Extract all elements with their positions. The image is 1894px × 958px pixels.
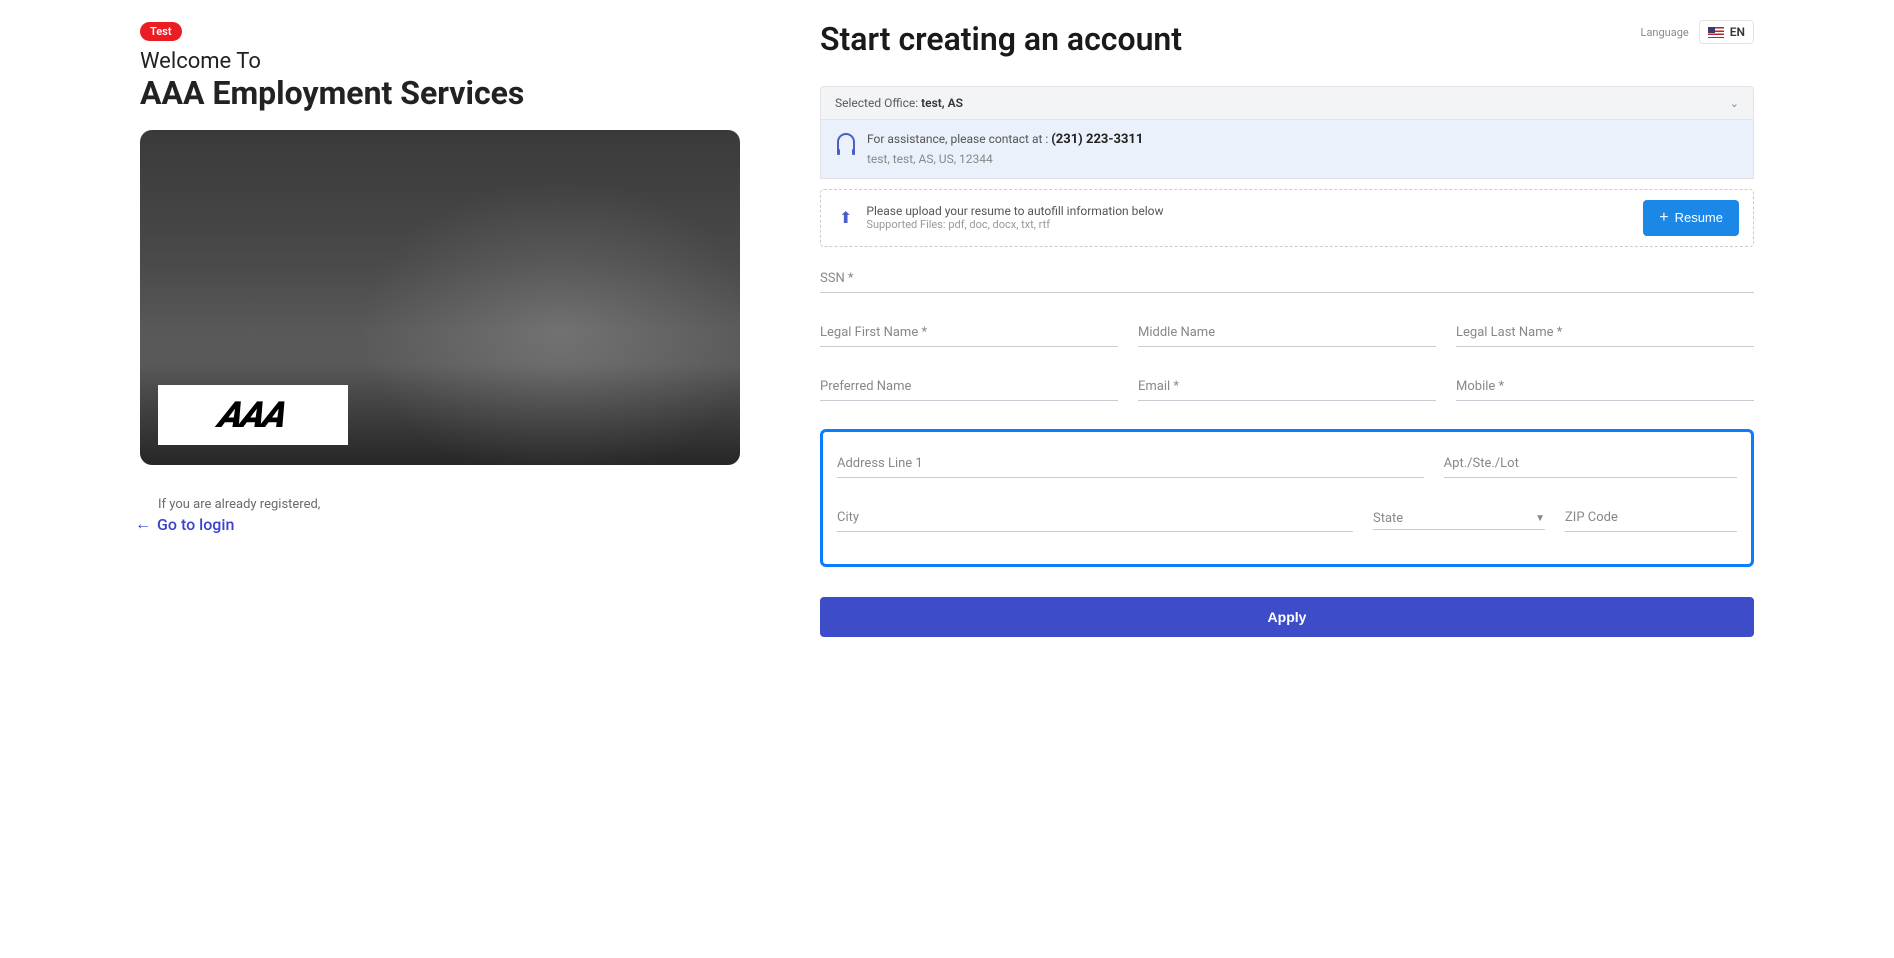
upload-icon: ⬆ (839, 208, 852, 227)
headset-icon (837, 133, 855, 151)
resume-button-label: Resume (1675, 210, 1723, 225)
page-title: Start creating an account (820, 20, 1182, 58)
already-registered-text: If you are already registered, (158, 497, 740, 512)
city-input[interactable] (837, 506, 1353, 532)
caret-down-icon: ▼ (1535, 513, 1545, 524)
language-value: EN (1730, 25, 1745, 39)
assistance-prefix: For assistance, please contact at : (867, 132, 1051, 146)
resume-upload-panel: ⬆ Please upload your resume to autofill … (820, 189, 1754, 247)
office-value: test, AS (921, 96, 963, 110)
hero-image: AAA (140, 130, 740, 465)
arrow-left-icon: ← (135, 514, 151, 534)
chevron-down-icon: ⌄ (1730, 97, 1739, 110)
address-highlight-box: Address Line 1 Apt./Ste./Lot City State (820, 429, 1754, 567)
first-name-input[interactable] (820, 321, 1118, 347)
state-select[interactable]: State ▼ (1373, 506, 1545, 530)
preferred-name-input[interactable] (820, 375, 1118, 401)
apply-button[interactable]: Apply (820, 597, 1754, 637)
upload-sub-text: Supported Files: pdf, doc, docx, txt, rt… (866, 218, 1629, 231)
logo-text: AAA (215, 394, 292, 436)
zip-input[interactable] (1565, 506, 1737, 532)
last-name-input[interactable] (1456, 321, 1754, 347)
email-input[interactable] (1138, 375, 1436, 401)
middle-name-input[interactable] (1138, 321, 1436, 347)
language-label: Language (1641, 26, 1689, 39)
address-line-1-input[interactable] (837, 452, 1424, 478)
resume-upload-button[interactable]: + Resume (1643, 200, 1739, 236)
assistance-address: test, test, AS, US, 12344 (867, 150, 1143, 168)
company-name: AAA Employment Services (140, 74, 740, 112)
office-label: Selected Office: (835, 96, 921, 110)
login-link-label: Go to login (157, 515, 234, 534)
assistance-panel: For assistance, please contact at : (231… (820, 120, 1754, 179)
logo-box: AAA (158, 385, 348, 445)
selected-office-dropdown[interactable]: Selected Office: test, AS ⌄ (820, 86, 1754, 120)
plus-icon: + (1659, 209, 1668, 227)
go-to-login-link[interactable]: ← Go to login (135, 514, 740, 534)
mobile-input[interactable] (1456, 375, 1754, 401)
apt-input[interactable] (1444, 452, 1737, 478)
ssn-input[interactable] (820, 267, 1754, 293)
state-label: State (1373, 511, 1403, 526)
upload-main-text: Please upload your resume to autofill in… (866, 204, 1629, 218)
assistance-phone: (231) 223-3311 (1051, 132, 1143, 147)
welcome-text: Welcome To (140, 49, 740, 74)
us-flag-icon (1708, 27, 1724, 38)
test-badge: Test (140, 22, 182, 41)
language-selector[interactable]: EN (1699, 20, 1754, 44)
